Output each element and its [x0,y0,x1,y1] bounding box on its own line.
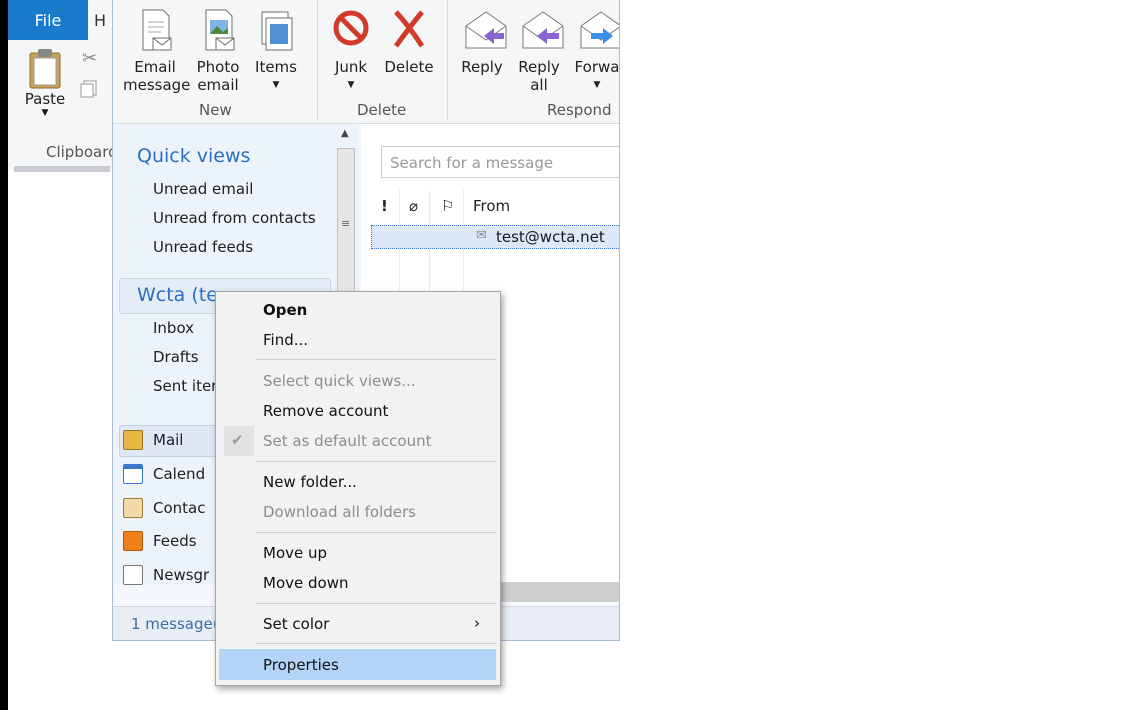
respond-group-label: Respond [547,101,612,119]
reply-all-icon [521,8,564,54]
menu-item-set-color[interactable]: Set color › [216,609,500,639]
menu-item-move-down[interactable]: Move down [216,568,500,598]
menu-separator [256,461,496,462]
flag-column-icon[interactable]: ⚐ [441,197,454,215]
paste-button[interactable]: Paste ▼ [20,48,70,118]
ribbon: Email message Photo email Items ▼ New Ju… [113,0,619,124]
module-feeds-label: Feeds [153,532,197,550]
copy-icon[interactable] [80,80,98,98]
module-feeds[interactable]: Feeds [123,527,197,555]
forward-icon [579,8,619,54]
menu-separator [256,359,496,360]
list-header: ! ⌀ ⚐ From [371,192,619,220]
menu-item-set-default-account: ✔ Set as default account [216,426,500,456]
account-context-menu: Open Find... Select quick views... Remov… [215,291,501,686]
menu-item-new-folder[interactable]: New folder... [216,467,500,497]
menu-item-open[interactable]: Open [216,295,500,325]
menu-item-move-up[interactable]: Move up [216,538,500,568]
quick-view-item[interactable]: Unread feeds [153,238,253,256]
forward-dropdown-icon: ▼ [593,80,601,90]
reply-icon [464,8,507,54]
delete-group-label: Delete [357,101,407,119]
quick-views-heading[interactable]: Quick views [137,145,250,167]
menu-item-select-quick-views: Select quick views... [263,372,416,390]
photo-email-label: Photo email [196,58,240,94]
folder-drafts[interactable]: Drafts [153,348,199,366]
reply-button[interactable]: Reply [459,8,507,76]
clipboard-group-label: Clipboard [46,143,118,161]
email-message-icon [137,8,173,54]
table-row[interactable]: ✉ test@wcta.net [371,225,619,249]
ribbon-shadow [14,166,110,172]
menu-item-properties[interactable]: Properties [216,650,500,680]
junk-dropdown-icon: ▼ [347,80,355,90]
paste-dropdown-icon[interactable]: ▼ [20,108,70,118]
menu-separator [256,643,496,644]
module-mail[interactable]: Mail [123,426,183,454]
reply-all-button[interactable]: Reply all [515,8,564,94]
forward-button[interactable]: Forwa ▼ [571,8,620,94]
importance-column-icon[interactable]: ! [381,197,388,215]
rss-icon [123,531,143,551]
menu-item-download-all-folders: Download all folders [263,503,416,521]
cut-icon[interactable]: ✂ [82,48,97,69]
delete-icon [391,8,427,54]
contacts-icon [123,498,143,518]
menu-separator [256,532,496,533]
search-input[interactable]: Search for a message [381,146,619,178]
photo-email-button[interactable]: Photo email [193,8,243,94]
menu-item-find[interactable]: Find... [216,325,500,355]
menu-item-remove-account[interactable]: Remove account [216,396,500,426]
account-title[interactable]: Wcta (te [137,284,218,306]
reply-all-label: Reply all [518,58,560,94]
folder-inbox[interactable]: Inbox [153,319,194,337]
paste-label: Paste [24,90,66,108]
forward-label: Forwa [574,58,620,76]
from-column-header[interactable]: From [473,197,510,215]
envelope-icon: ✉ [476,228,487,243]
module-calendar[interactable]: Calend [123,460,205,488]
junk-icon [333,8,369,54]
module-calendar-label: Calend [153,465,206,483]
message-from: test@wcta.net [496,228,605,246]
file-tab[interactable]: File [8,0,88,40]
group-divider [447,0,448,120]
junk-button[interactable]: Junk ▼ [327,8,375,94]
new-group-label: New [199,101,232,119]
items-label: Items [255,58,297,76]
group-divider [317,0,318,120]
delete-label: Delete [384,58,434,76]
clipboard-icon [27,48,63,90]
items-icon [258,8,294,54]
checkmark-icon: ✔ [231,431,244,449]
newsgroups-icon [123,565,143,585]
horizontal-scrollbar[interactable] [485,582,619,602]
photo-email-icon [200,8,236,54]
quick-view-item[interactable]: Unread email [153,180,253,198]
folder-sent[interactable]: Sent iter [153,377,217,395]
screen-edge [0,0,8,710]
chevron-right-icon: › [474,614,480,632]
reply-label: Reply [461,58,503,76]
module-contacts[interactable]: Contac [123,494,205,522]
nav-scrollbar-thumb[interactable]: ≡ [337,148,355,300]
module-newsgroups[interactable]: Newsgr [123,561,209,589]
module-contacts-label: Contac [153,499,206,517]
scroll-up-icon[interactable]: ▲ [341,128,349,139]
junk-label: Junk [334,58,368,76]
grip-icon: ≡ [341,217,351,230]
items-dropdown-icon: ▼ [272,80,280,90]
menu-separator [256,603,496,604]
calendar-icon [123,464,143,484]
email-message-button[interactable]: Email message [123,8,191,94]
home-tab[interactable]: H [88,0,112,40]
module-newsgroups-label: Newsgr [153,566,210,584]
mail-icon [123,430,143,450]
module-mail-label: Mail [153,431,184,449]
email-message-label: Email message [123,58,191,94]
delete-button[interactable]: Delete [383,8,435,76]
items-button[interactable]: Items ▼ [251,8,301,94]
quick-view-item[interactable]: Unread from contacts [153,209,316,227]
attachment-column-icon[interactable]: ⌀ [409,197,418,215]
